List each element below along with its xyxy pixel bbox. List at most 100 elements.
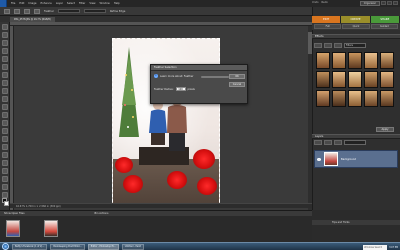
feather-slider[interactable] [201,76,229,78]
photo-effects-icon[interactable] [334,43,342,48]
effect-thumb[interactable] [364,90,378,107]
layer-row-background[interactable]: Background [314,150,398,168]
menu-file[interactable]: File [11,2,15,5]
eye-icon[interactable] [317,157,321,161]
maximize-icon[interactable] [387,1,392,5]
background-color-swatch[interactable] [4,201,9,206]
ok-button[interactable]: OK [229,74,245,79]
menu-help[interactable]: Help [114,2,120,5]
paint-bucket-tool-icon[interactable] [2,160,8,166]
add-selection-icon[interactable] [24,8,30,14]
hand-tool-icon[interactable] [2,40,8,46]
delete-layer-icon[interactable] [334,140,342,145]
bin-thumb-1[interactable] [6,220,20,237]
refine-edge-button[interactable]: Refine Edge [110,10,126,13]
menu-select[interactable]: Select [67,2,75,5]
task-blog-editor[interactable]: Bookkeeping Post Editor... [50,243,85,250]
apply-button[interactable]: Apply [376,127,394,132]
menu-view[interactable]: View [89,2,95,5]
marquee-tool-icon[interactable] [2,56,8,62]
subtab-full[interactable]: Full [314,24,342,29]
eyedropper-tool-icon[interactable] [2,48,8,54]
subtab-quick[interactable]: Quick [342,24,370,29]
mode-tabs: EDIT CREATE SHARE [312,16,400,23]
subtab-guided[interactable]: Guided [370,24,398,29]
effect-thumb[interactable] [332,90,346,107]
bin-thumb-2[interactable] [44,220,58,237]
layer-styles-icon[interactable] [324,43,332,48]
effect-thumb[interactable] [316,52,330,69]
brush-tool-icon[interactable] [2,152,8,158]
info-icon: i [154,74,158,78]
effect-thumb[interactable] [364,71,378,88]
new-selection-icon[interactable] [14,8,20,14]
tab-share[interactable]: SHARE [370,16,400,23]
menu-window[interactable]: Window [100,2,110,5]
effects-select[interactable]: Filters [344,43,366,48]
tab-edit[interactable]: EDIT [312,16,342,23]
close-icon[interactable] [393,1,398,5]
filters-icon[interactable] [314,43,322,48]
task-paint[interactable]: Untitled - Paint [121,243,144,250]
subtract-selection-icon[interactable] [34,8,40,14]
tab-create[interactable]: CREATE [341,16,371,23]
organizer-button[interactable]: Organizer [359,1,380,6]
minimize-icon[interactable] [381,1,386,5]
task-photoshop[interactable]: Editor - Photoshop El... [87,243,119,250]
learn-more-link[interactable]: Learn more about: Feather [160,75,193,78]
straighten-tool-icon[interactable] [2,112,8,118]
task-facebook[interactable]: Betty's Facebook (1 of 2)... [12,243,48,250]
zoom-tool-icon[interactable] [2,32,8,38]
radius-input[interactable]: 100 [175,87,186,91]
lasso-tool-icon[interactable] [2,64,8,70]
shape-tool-icon[interactable] [2,176,8,182]
undo-redo-group: Undo Redo [312,1,328,4]
new-layer-icon[interactable] [314,140,322,145]
move-tool-icon[interactable] [2,24,8,30]
blend-mode-select[interactable] [344,140,366,145]
magic-wand-tool-icon[interactable] [2,72,8,78]
crop-tool-icon[interactable] [2,96,8,102]
feather-input[interactable] [57,9,80,13]
menu-edit[interactable]: Edit [19,2,24,5]
redo-button[interactable]: Redo [322,1,328,4]
blur-tool-icon[interactable] [2,184,8,190]
tips-tray[interactable]: Tips and Tricks [312,220,400,225]
effect-thumb[interactable] [316,90,330,107]
red-eye-tool-icon[interactable] [2,120,8,126]
mode-select[interactable] [83,9,106,13]
menu-image[interactable]: Image [28,2,36,5]
start-button-icon[interactable] [2,243,9,250]
effect-thumb[interactable] [332,71,346,88]
effect-thumb[interactable] [348,71,362,88]
menu-layer[interactable]: Layer [56,2,63,5]
show-open-files-select[interactable]: Show Open Files [4,212,25,215]
clone-stamp-tool-icon[interactable] [2,136,8,142]
effect-thumb[interactable] [364,52,378,69]
effect-thumb[interactable] [348,90,362,107]
eraser-tool-icon[interactable] [2,144,8,150]
marquee-tool-icon[interactable] [4,8,10,14]
layers-panel-header[interactable]: Layers [312,134,400,139]
effect-thumb[interactable] [332,52,346,69]
effects-panel-header[interactable]: Effects [312,34,400,39]
effect-thumb[interactable] [380,52,394,69]
cookie-cutter-tool-icon[interactable] [2,104,8,110]
quick-selection-tool-icon[interactable] [2,80,8,86]
effect-thumb[interactable] [348,52,362,69]
windows-search-input[interactable]: Windows Search [363,244,388,250]
effect-thumb[interactable] [316,71,330,88]
menu-filter[interactable]: Filter [79,2,85,5]
adjustment-layer-icon[interactable] [324,140,332,145]
cancel-button[interactable]: Cancel [229,82,245,87]
menu-enhance[interactable]: Enhance [41,2,52,5]
undo-button[interactable]: Undo [312,1,319,4]
effect-thumb[interactable] [380,71,394,88]
healing-brush-tool-icon[interactable] [2,128,8,134]
radius-label: Feather Radius: [154,87,174,91]
effect-thumb[interactable] [380,90,394,107]
gradient-tool-icon[interactable] [2,168,8,174]
poinsettia-center [167,171,187,189]
bin-actions-button[interactable]: Bin Actions [95,212,109,215]
type-tool-icon[interactable] [2,88,8,94]
